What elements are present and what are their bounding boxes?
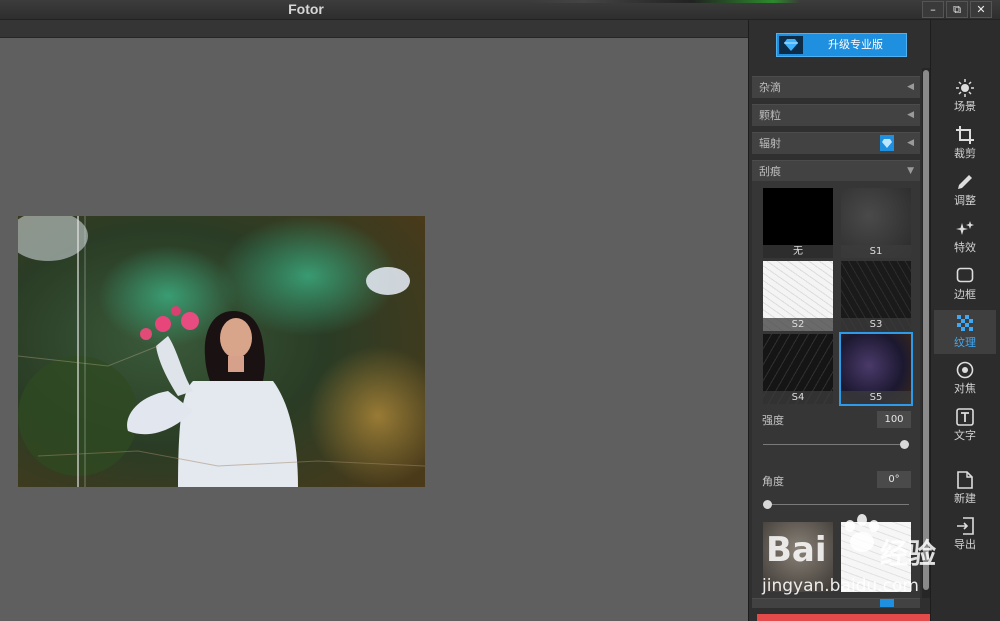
crop-icon xyxy=(934,121,996,145)
pencil-icon xyxy=(934,168,996,192)
diamond-icon xyxy=(779,36,803,54)
texture-thumb-s2[interactable]: S2 xyxy=(763,261,833,331)
section-next[interactable] xyxy=(752,598,920,608)
strength-slider-track[interactable] xyxy=(763,444,909,445)
nav-label: 导出 xyxy=(954,538,976,551)
sparkle-icon xyxy=(934,215,996,239)
strength-slider-knob[interactable] xyxy=(900,440,909,449)
premium-diamond-icon xyxy=(880,135,894,151)
angle-slider-track[interactable] xyxy=(763,504,909,505)
texture-thumb-s5[interactable]: S5 xyxy=(839,332,913,406)
new-file-icon xyxy=(934,466,996,490)
section-scratch[interactable]: 刮痕 ▼ xyxy=(752,160,920,182)
texture-thumb-extra-2[interactable] xyxy=(841,522,911,592)
section-label: 辐射 xyxy=(759,137,781,150)
nav-texture[interactable]: 纹理 xyxy=(934,310,996,354)
collapse-arrow-icon: ◀ xyxy=(907,110,914,120)
nav-frame[interactable]: 边框 xyxy=(934,262,996,306)
section-noise[interactable]: 杂滴 ◀ xyxy=(752,76,920,98)
promo-bar[interactable] xyxy=(757,614,930,621)
texture-thumb-extra-1[interactable] xyxy=(763,522,833,592)
close-button[interactable]: ✕ xyxy=(970,1,992,18)
premium-diamond-icon xyxy=(880,599,894,607)
texture-caption: S1 xyxy=(841,245,911,258)
edited-photo[interactable] xyxy=(18,216,425,487)
angle-slider-knob[interactable] xyxy=(763,500,772,509)
nav-label: 裁剪 xyxy=(954,147,976,160)
export-icon xyxy=(934,512,996,536)
strength-value[interactable]: 100 xyxy=(877,411,911,428)
collapse-arrow-icon: ◀ xyxy=(907,138,914,148)
section-radiation[interactable]: 辐射 ◀ xyxy=(752,132,920,154)
angle-value[interactable]: 0° xyxy=(877,471,911,488)
texture-thumb-s1[interactable]: S1 xyxy=(841,188,911,258)
nav-export[interactable]: 导出 xyxy=(934,512,996,556)
strength-label: 强度 xyxy=(762,414,784,427)
upgrade-pro-button[interactable]: 升级专业版 xyxy=(776,33,907,57)
nav-focus[interactable]: 对焦 xyxy=(934,356,996,400)
expand-arrow-icon: ▼ xyxy=(907,166,914,176)
focus-icon xyxy=(934,356,996,380)
nav-label: 纹理 xyxy=(954,336,976,349)
nav-label: 调整 xyxy=(954,194,976,207)
nav-crop[interactable]: 裁剪 xyxy=(934,121,996,165)
frame-icon xyxy=(934,262,996,286)
nav-effects[interactable]: 特效 xyxy=(934,215,996,259)
nav-new[interactable]: 新建 xyxy=(934,466,996,510)
texture-thumb-none[interactable]: 无 xyxy=(763,188,833,258)
section-grain[interactable]: 颗粒 ◀ xyxy=(752,104,920,126)
title-bar: Fotor – ⧉ ✕ xyxy=(0,0,1000,20)
sun-icon xyxy=(934,74,996,98)
texture-thumb-s4[interactable]: S4 xyxy=(763,334,833,404)
texture-thumb-s3[interactable]: S3 xyxy=(841,261,911,331)
upgrade-label: 升级专业版 xyxy=(828,38,883,51)
angle-label: 角度 xyxy=(762,475,784,488)
texture-caption: S2 xyxy=(763,318,833,331)
nav-label: 对焦 xyxy=(954,382,976,395)
section-label: 刮痕 xyxy=(759,165,781,178)
nav-label: 场景 xyxy=(954,100,976,113)
nav-label: 新建 xyxy=(954,492,976,505)
nav-scene[interactable]: 场景 xyxy=(934,74,996,118)
nav-label: 特效 xyxy=(954,241,976,254)
section-label: 杂滴 xyxy=(759,81,781,94)
text-icon xyxy=(934,403,996,427)
texture-icon xyxy=(934,310,996,334)
nav-text[interactable]: 文字 xyxy=(934,403,996,447)
minimize-button[interactable]: – xyxy=(922,1,944,18)
collapse-arrow-icon: ◀ xyxy=(907,82,914,92)
photo-image xyxy=(18,216,425,487)
texture-caption: S3 xyxy=(841,318,911,331)
section-label: 颗粒 xyxy=(759,109,781,122)
texture-caption: S5 xyxy=(841,391,911,404)
restore-button[interactable]: ⧉ xyxy=(946,1,968,18)
texture-caption: 无 xyxy=(763,245,833,258)
nav-adjust[interactable]: 调整 xyxy=(934,168,996,212)
texture-caption: S4 xyxy=(763,391,833,404)
app-title: Fotor xyxy=(288,1,324,17)
nav-label: 文字 xyxy=(954,429,976,442)
panel-scrollbar-thumb[interactable] xyxy=(923,70,929,590)
nav-label: 边框 xyxy=(954,288,976,301)
canvas-toolbar xyxy=(0,20,748,38)
